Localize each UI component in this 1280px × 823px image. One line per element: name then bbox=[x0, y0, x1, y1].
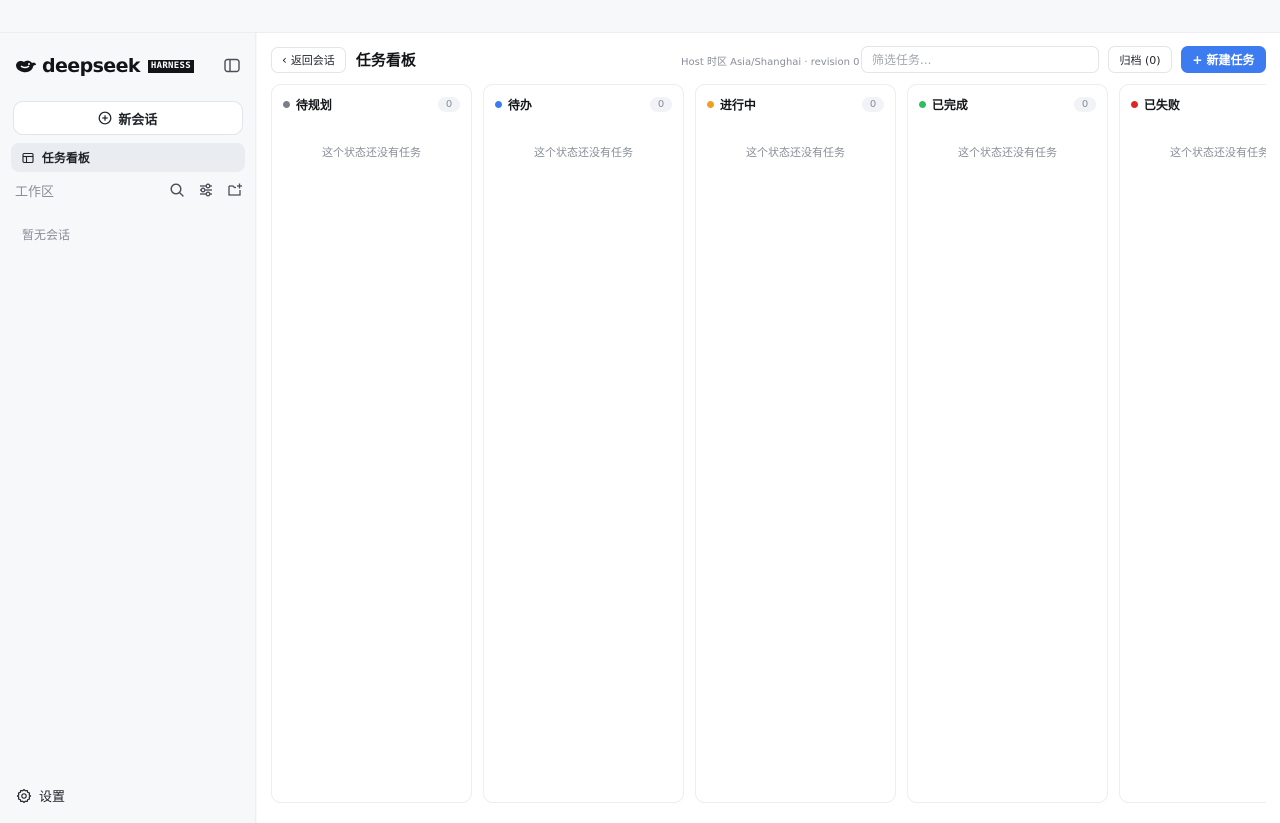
plus-circle-icon bbox=[99, 111, 112, 125]
status-dot bbox=[1131, 100, 1138, 108]
settings-button[interactable]: 设置 bbox=[16, 786, 65, 805]
column-title: 进行中 bbox=[720, 97, 757, 112]
column-done: 已完成 0 这个状态还没有任务 bbox=[907, 84, 1108, 803]
column-header: 已完成 0 bbox=[919, 96, 1096, 112]
column-header: 待办 0 bbox=[495, 96, 672, 112]
workspace-header: 工作区 bbox=[15, 179, 243, 201]
back-to-chat-button[interactable]: ‹ 返回会话 bbox=[271, 47, 346, 73]
status-dot bbox=[707, 100, 714, 108]
column-failed: 已失败 0 这个状态还没有任务 bbox=[1119, 84, 1266, 803]
new-chat-label: 新会话 bbox=[118, 112, 158, 128]
brand-name: deepseek bbox=[42, 55, 141, 77]
column-count-badge: 0 bbox=[438, 96, 460, 112]
page-title: 任务看板 bbox=[356, 51, 417, 69]
search-icon[interactable] bbox=[169, 182, 185, 198]
status-dot bbox=[495, 100, 502, 108]
board-icon bbox=[22, 152, 34, 163]
column-todo: 待办 0 这个状态还没有任务 bbox=[483, 84, 684, 803]
column-empty-text: 这个状态还没有任务 bbox=[958, 146, 1057, 159]
sidebar: deepseek HARNESS 新会话 任务看板 工作区 暂无会话 设置 bbox=[0, 33, 256, 823]
chevron-left-icon: ‹ bbox=[282, 53, 287, 67]
column-title: 已失败 bbox=[1144, 97, 1181, 112]
settings-label: 设置 bbox=[39, 790, 66, 805]
column-header: 进行中 0 bbox=[707, 96, 884, 112]
workspace-label: 工作区 bbox=[15, 184, 55, 200]
archive-button[interactable]: 归档 (0) bbox=[1108, 46, 1172, 73]
deepseek-whale-icon bbox=[16, 60, 36, 73]
column-title: 已完成 bbox=[932, 97, 969, 112]
column-in-progress: 进行中 0 这个状态还没有任务 bbox=[695, 84, 896, 803]
filter-tasks-input[interactable] bbox=[861, 46, 1099, 73]
column-planning: 待规划 0 这个状态还没有任务 bbox=[271, 84, 472, 803]
sliders-icon[interactable] bbox=[198, 182, 214, 198]
column-empty-text: 这个状态还没有任务 bbox=[534, 146, 633, 159]
column-empty-text: 这个状态还没有任务 bbox=[1170, 146, 1266, 159]
status-dot bbox=[919, 100, 926, 108]
sidebar-item-label: 任务看板 bbox=[42, 151, 91, 165]
empty-sessions-text: 暂无会话 bbox=[22, 228, 71, 242]
folder-plus-icon[interactable] bbox=[227, 182, 243, 198]
column-count-badge: 0 bbox=[1074, 96, 1096, 112]
new-chat-button[interactable]: 新会话 bbox=[13, 101, 243, 135]
gear-icon bbox=[16, 788, 32, 803]
sidebar-toggle-icon[interactable] bbox=[222, 57, 242, 75]
column-title: 待办 bbox=[508, 97, 533, 112]
status-dot bbox=[283, 100, 290, 108]
sidebar-item-task-board[interactable]: 任务看板 bbox=[11, 143, 245, 172]
column-title: 待规划 bbox=[296, 97, 333, 112]
brand: deepseek HARNESS bbox=[14, 55, 194, 77]
kanban-board: 待规划 0 这个状态还没有任务 待办 0 这个状态还没有任务 进行中 0 这个状… bbox=[271, 84, 1266, 803]
new-task-button[interactable]: + 新建任务 bbox=[1181, 46, 1266, 73]
column-empty-text: 这个状态还没有任务 bbox=[322, 146, 421, 159]
back-label: 返回会话 bbox=[290, 54, 335, 67]
column-empty-text: 这个状态还没有任务 bbox=[746, 146, 845, 159]
column-header: 已失败 0 bbox=[1131, 96, 1266, 112]
brand-badge: HARNESS bbox=[147, 59, 194, 73]
main-panel: ‹ 返回会话 任务看板 Host 时区 Asia/Shanghai · revi… bbox=[257, 33, 1280, 823]
host-timezone-info: Host 时区 Asia/Shanghai · revision 0 bbox=[681, 57, 860, 68]
column-count-badge: 0 bbox=[650, 96, 672, 112]
column-header: 待规划 0 bbox=[283, 96, 460, 112]
column-count-badge: 0 bbox=[862, 96, 884, 112]
window-topbar bbox=[0, 0, 1280, 33]
